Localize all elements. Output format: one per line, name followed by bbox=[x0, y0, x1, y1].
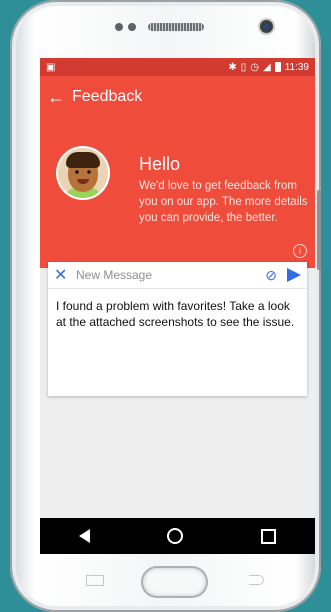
alarm-icon: ◷ bbox=[250, 61, 259, 73]
front-camera bbox=[260, 20, 273, 33]
compose-card: ✕ New Message ⊘ I found a problem with f… bbox=[48, 262, 307, 396]
status-bar: ▣ ✱ ▯ ◷ ◢ 11:39 bbox=[40, 58, 315, 76]
nav-home-icon[interactable] bbox=[167, 528, 184, 544]
signal-icon: ◢ bbox=[263, 61, 271, 73]
info-icon[interactable]: i bbox=[293, 244, 307, 258]
android-nav-bar bbox=[40, 518, 315, 554]
hardware-recent-key[interactable] bbox=[86, 575, 104, 586]
status-icons: ✱ ▯ ◷ ◢ 11:39 bbox=[228, 62, 309, 73]
bluetooth-icon: ✱ bbox=[228, 61, 237, 73]
feedback-header: Hello We'd love to get feedback from you… bbox=[40, 118, 315, 268]
message-body-field[interactable]: I found a problem with favorites! Take a… bbox=[48, 289, 307, 339]
avatar bbox=[58, 148, 108, 198]
nav-recent-icon[interactable] bbox=[261, 528, 277, 544]
battery-icon bbox=[274, 62, 281, 72]
earpiece-speaker bbox=[148, 23, 204, 31]
compose-toolbar: ✕ New Message ⊘ bbox=[48, 262, 307, 289]
back-arrow-icon[interactable]: ← bbox=[40, 88, 72, 106]
vibrate-icon: ▯ bbox=[240, 61, 247, 73]
feedback-intro-text: We'd love to get feedback from you on ou… bbox=[139, 180, 308, 224]
phone-screen: ▣ ✱ ▯ ◷ ◢ 11:39 ← Feedback Hello We'd lo… bbox=[40, 58, 315, 554]
attach-icon[interactable]: ⊘ bbox=[265, 267, 277, 284]
greeting-title: Hello bbox=[139, 154, 181, 174]
nav-back-icon[interactable] bbox=[78, 529, 90, 543]
page-title: Feedback bbox=[72, 88, 143, 105]
proximity-sensors bbox=[115, 23, 136, 31]
close-icon[interactable]: ✕ bbox=[54, 265, 72, 285]
status-time: 11:39 bbox=[284, 61, 309, 73]
send-icon[interactable] bbox=[287, 268, 301, 282]
phone-device: ▣ ✱ ▯ ◷ ◢ 11:39 ← Feedback Hello We'd lo… bbox=[10, 0, 321, 612]
phone-top-bezel bbox=[10, 0, 321, 54]
message-title-placeholder[interactable]: New Message bbox=[76, 268, 265, 282]
hardware-back-key[interactable] bbox=[249, 575, 264, 585]
notification-icon: ▣ bbox=[46, 61, 56, 73]
app-toolbar: ← Feedback bbox=[40, 76, 315, 118]
phone-side-button bbox=[317, 190, 321, 270]
hardware-home-button[interactable] bbox=[143, 568, 206, 596]
